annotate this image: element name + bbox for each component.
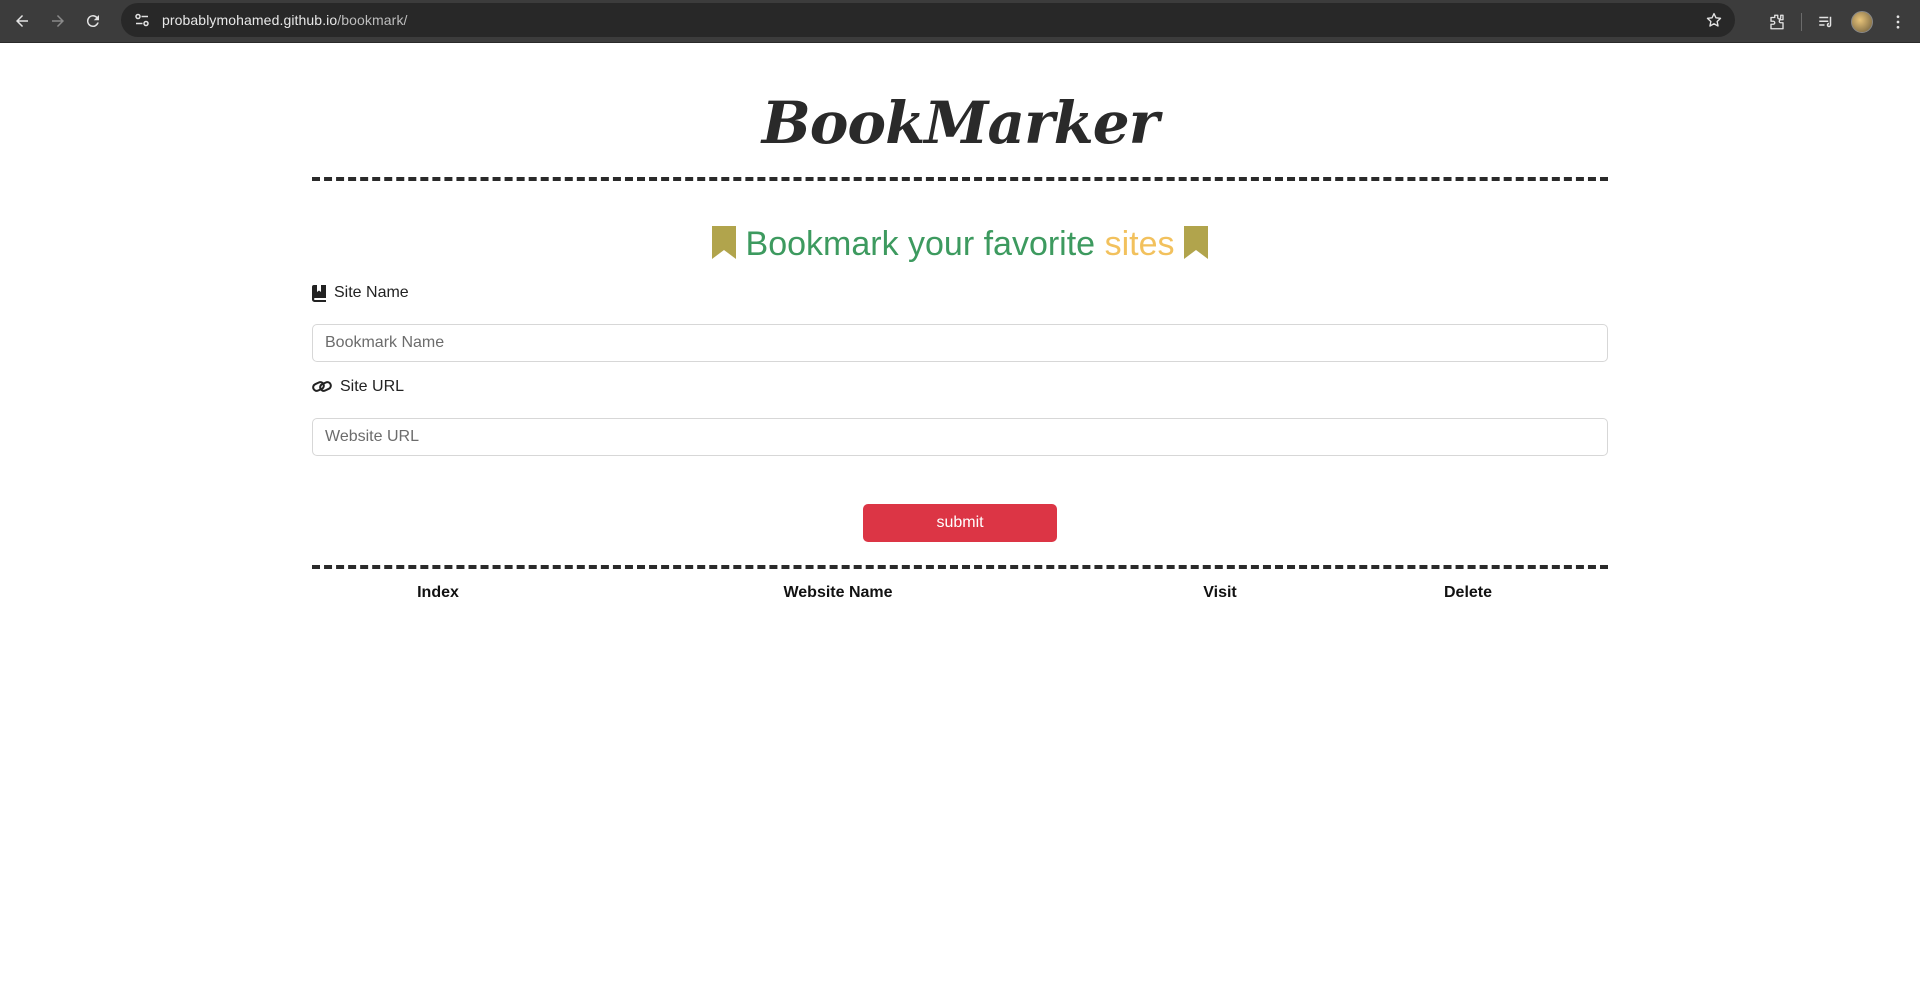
forward-icon bbox=[52, 15, 64, 27]
site-url-label: Site URL bbox=[312, 378, 404, 396]
heading-accent: sites bbox=[1104, 225, 1175, 263]
site-info-icon bbox=[135, 13, 149, 27]
heading-main: Bookmark your favorite bbox=[745, 225, 1096, 263]
url-path: /bookmark/ bbox=[337, 12, 408, 28]
site-name-label: Site Name bbox=[312, 284, 409, 302]
top-dashed-divider bbox=[312, 177, 1608, 181]
back-button[interactable] bbox=[4, 3, 40, 39]
forward-button[interactable] bbox=[40, 3, 76, 39]
bookmark-icon-left bbox=[712, 226, 737, 259]
reload-icon bbox=[86, 15, 99, 28]
kebab-menu-icon bbox=[1896, 14, 1900, 29]
app-logo: BookMarker bbox=[756, 89, 1165, 157]
site-name-input[interactable] bbox=[312, 324, 1608, 362]
tab-search-button[interactable] bbox=[1808, 4, 1844, 40]
table-header-website-name: Website Name bbox=[783, 584, 893, 601]
bookmark-star-icon bbox=[1706, 12, 1722, 27]
back-icon bbox=[16, 15, 28, 27]
logo-container: BookMarker bbox=[0, 89, 1920, 157]
table-header-visit: Visit bbox=[1203, 584, 1237, 601]
page-content: BookMarker Bookmark your favorite sites … bbox=[0, 43, 1920, 996]
book-icon bbox=[312, 284, 326, 302]
logo-text: BookMarker bbox=[761, 89, 1160, 157]
bookmark-star-button[interactable] bbox=[1703, 9, 1725, 31]
bookmark-icon-right bbox=[1183, 226, 1208, 259]
page-heading: Bookmark your favorite sites bbox=[0, 225, 1920, 264]
site-url-label-text: Site URL bbox=[340, 378, 405, 395]
extensions-button[interactable] bbox=[1759, 4, 1795, 40]
table-header-delete: Delete bbox=[1443, 584, 1493, 601]
link-icon bbox=[312, 381, 332, 392]
site-info-button[interactable] bbox=[127, 5, 157, 35]
profile-button[interactable] bbox=[1844, 4, 1880, 40]
submit-button[interactable]: submit bbox=[863, 504, 1057, 542]
site-name-label-text: Site Name bbox=[334, 284, 409, 301]
toolbar-divider bbox=[1801, 12, 1802, 31]
table-header-index: Index bbox=[417, 584, 459, 601]
address-bar[interactable]: probablymohamed.github.io/bookmark/ bbox=[121, 3, 1735, 37]
bottom-dashed-divider bbox=[312, 565, 1608, 569]
site-url-input[interactable] bbox=[312, 418, 1608, 456]
url-text[interactable]: probablymohamed.github.io/bookmark/ bbox=[162, 12, 408, 28]
browser-toolbar: probablymohamed.github.io/bookmark/ bbox=[0, 0, 1920, 43]
tab-search-icon bbox=[1819, 16, 1832, 27]
extensions-icon bbox=[1770, 14, 1784, 29]
profile-avatar bbox=[1851, 10, 1873, 33]
url-host: probablymohamed.github.io bbox=[162, 12, 338, 28]
menu-button[interactable] bbox=[1880, 4, 1916, 40]
reload-button[interactable] bbox=[75, 3, 111, 39]
